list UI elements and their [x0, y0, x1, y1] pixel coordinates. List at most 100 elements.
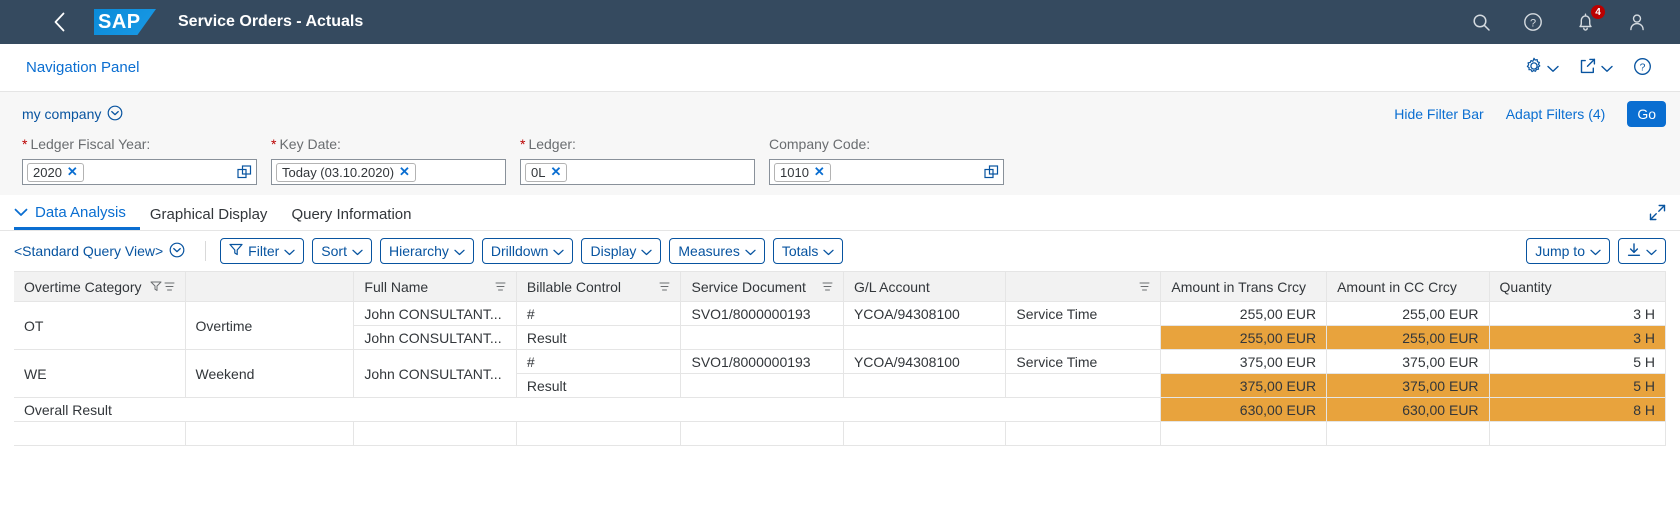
sort-icon[interactable] [822, 281, 833, 292]
column-label: Amount in Trans Crcy [1171, 278, 1307, 295]
cell-empty [1005, 421, 1162, 446]
company-code-input[interactable]: 1010 ✕ [769, 159, 1004, 185]
tab-query-information[interactable]: Query Information [291, 195, 425, 230]
filter-token[interactable]: 1010 ✕ [774, 162, 831, 182]
token-text: Today (03.10.2020) [282, 164, 395, 180]
filter-bar-actions: Hide Filter Bar Adapt Filters (4) Go [1394, 101, 1666, 127]
token-remove-icon[interactable]: ✕ [550, 164, 561, 180]
cell-amount-cc-crcy: 630,00 EUR [1326, 397, 1490, 422]
column-header-gl-account[interactable]: G/L Account [843, 271, 1007, 302]
cell-gl-account [843, 373, 1007, 398]
chevron-down-icon [641, 243, 653, 259]
column-header-gl-account-text[interactable] [1005, 271, 1162, 302]
chevron-down-circle-icon [107, 105, 123, 124]
filter-token[interactable]: 2020 ✕ [27, 162, 84, 182]
button-label: Display [590, 243, 637, 259]
go-button[interactable]: Go [1627, 101, 1666, 127]
hide-filter-bar-link[interactable]: Hide Filter Bar [1394, 106, 1483, 122]
svg-text:?: ? [1640, 62, 1646, 73]
filter-button[interactable]: Filter [220, 238, 305, 264]
share-button[interactable] [1579, 57, 1613, 78]
sort-icon[interactable] [164, 279, 175, 295]
sort-icon[interactable] [1139, 281, 1150, 292]
sort-icon[interactable] [659, 281, 670, 292]
chevron-down-icon [1547, 60, 1559, 76]
column-header-quantity[interactable]: Quantity [1489, 271, 1667, 302]
column-label: Service Document [691, 278, 806, 295]
sap-logo[interactable]: SAP [94, 9, 156, 35]
button-label: Drilldown [490, 243, 549, 259]
settings-gear-button[interactable] [1525, 57, 1559, 78]
filter-token[interactable]: 0L ✕ [525, 162, 568, 182]
column-label: Quantity [1499, 278, 1552, 295]
filter-label-text: Key Date: [279, 136, 341, 152]
column-header-overtime-category-text[interactable] [185, 271, 355, 302]
notifications-bell-icon[interactable]: 4 [1570, 4, 1606, 37]
value-help-icon[interactable] [237, 164, 252, 180]
share-icon [1579, 57, 1597, 78]
token-remove-icon[interactable]: ✕ [814, 164, 825, 180]
button-label: Jump to [1535, 243, 1585, 259]
pivot-table: Overtime Category Full Name Billable Con… [14, 271, 1667, 446]
cell-quantity: 5 H [1489, 349, 1667, 374]
sort-button[interactable]: Sort [312, 238, 372, 264]
totals-button[interactable]: Totals [772, 238, 844, 264]
required-asterisk: * [520, 136, 526, 152]
help-button[interactable]: ? [1633, 57, 1652, 79]
chevron-down-icon [1646, 243, 1657, 259]
column-header-full-name[interactable]: Full Name [353, 271, 517, 302]
help-icon[interactable]: ? [1518, 7, 1548, 37]
adapt-filters-link[interactable]: Adapt Filters (4) [1506, 106, 1606, 122]
ledger-fiscal-year-input[interactable]: 2020 ✕ [22, 159, 257, 185]
filter-token[interactable]: Today (03.10.2020) ✕ [276, 162, 416, 182]
token-remove-icon[interactable]: ✕ [67, 164, 78, 180]
tab-label: Graphical Display [149, 205, 268, 223]
navigation-panel-link[interactable]: Navigation Panel [26, 59, 139, 76]
column-header-amount-cc-crcy[interactable]: Amount in CC Crcy [1326, 271, 1490, 302]
column-header-amount-trans-crcy[interactable]: Amount in Trans Crcy [1160, 271, 1328, 302]
back-chevron-icon[interactable] [42, 5, 76, 39]
filter-label: * Key Date: [271, 136, 506, 152]
user-avatar-icon[interactable] [1622, 7, 1652, 37]
column-label: Billable Control [526, 278, 622, 295]
cell-gl-account-text: Service Time [1005, 301, 1162, 326]
tab-graphical-display[interactable]: Graphical Display [150, 195, 282, 230]
hierarchy-button[interactable]: Hierarchy [379, 238, 474, 264]
value-help-icon[interactable] [984, 164, 999, 180]
sort-icon[interactable] [495, 281, 506, 292]
column-header-billable-control[interactable]: Billable Control [516, 271, 682, 302]
cell-quantity: 3 H [1489, 301, 1667, 326]
table-row[interactable]: WE Weekend John CONSULTANT... # SVO1/800… [14, 349, 1667, 398]
filter-icon[interactable] [150, 279, 162, 295]
toolbar-separator [205, 241, 207, 261]
cell-gl-account [843, 325, 1007, 350]
cell-overtime-category-text: Weekend [185, 349, 355, 398]
chevron-down-icon [284, 243, 295, 259]
measures-button[interactable]: Measures [669, 238, 765, 264]
table-row[interactable]: OT Overtime John CONSULTANT... # SVO1/80… [14, 301, 1667, 350]
jump-to-button[interactable]: Jump to [1526, 238, 1610, 264]
cell-amount-cc-crcy: 255,00 EUR [1326, 325, 1490, 350]
ledger-input[interactable]: 0L ✕ [520, 159, 755, 185]
column-header-overtime-category[interactable]: Overtime Category [14, 271, 186, 302]
query-view-label: <Standard Query View> [14, 243, 164, 259]
cell-billable-control: # [516, 301, 682, 326]
display-button[interactable]: Display [581, 238, 662, 264]
download-button[interactable] [1618, 238, 1666, 264]
cell-full-name: John CONSULTANT... [353, 325, 517, 350]
token-text: 0L [531, 164, 546, 180]
token-remove-icon[interactable]: ✕ [399, 164, 410, 180]
tab-data-analysis[interactable]: Data Analysis [14, 195, 140, 230]
chevron-down-icon [1590, 243, 1601, 259]
column-header-service-document[interactable]: Service Document [680, 271, 844, 302]
search-icon[interactable] [1466, 7, 1496, 37]
fullscreen-icon[interactable] [1649, 204, 1680, 230]
table-row-overall-result[interactable]: Overall Result 630,00 EUR 630,00 EUR 8 H [14, 397, 1667, 422]
tab-label: Query Information [291, 205, 412, 223]
key-date-input[interactable]: Today (03.10.2020) ✕ [271, 159, 506, 185]
help-icon: ? [1633, 57, 1652, 79]
variant-selector[interactable]: my company [22, 105, 123, 124]
drilldown-button[interactable]: Drilldown [481, 238, 574, 264]
toolbar-right-group: Jump to [1526, 238, 1666, 264]
query-view-selector[interactable]: <Standard Query View> [14, 242, 185, 261]
